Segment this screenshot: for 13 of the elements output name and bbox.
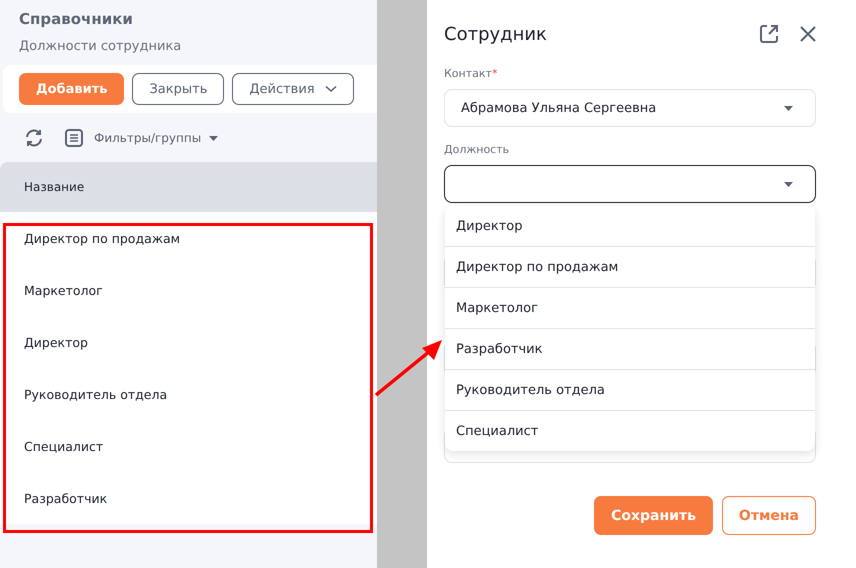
table-cell: Руководитель отдела <box>24 386 168 402</box>
required-mark: * <box>492 67 498 80</box>
table-cell: Специалист <box>24 438 104 454</box>
section-title: Справочники <box>19 10 134 28</box>
column-header: Название <box>24 180 84 194</box>
section-subtitle: Должности сотрудника <box>19 39 182 54</box>
field-label: Должность <box>444 143 510 156</box>
table-cell: Директор по продажам <box>24 230 180 246</box>
table-cell: Маркетолог <box>24 282 103 298</box>
table-cell: Директор <box>24 334 88 350</box>
field-label: Контакт <box>444 67 492 80</box>
table-cell: Разработчик <box>24 490 108 506</box>
form-title: Сотрудник <box>444 24 548 44</box>
